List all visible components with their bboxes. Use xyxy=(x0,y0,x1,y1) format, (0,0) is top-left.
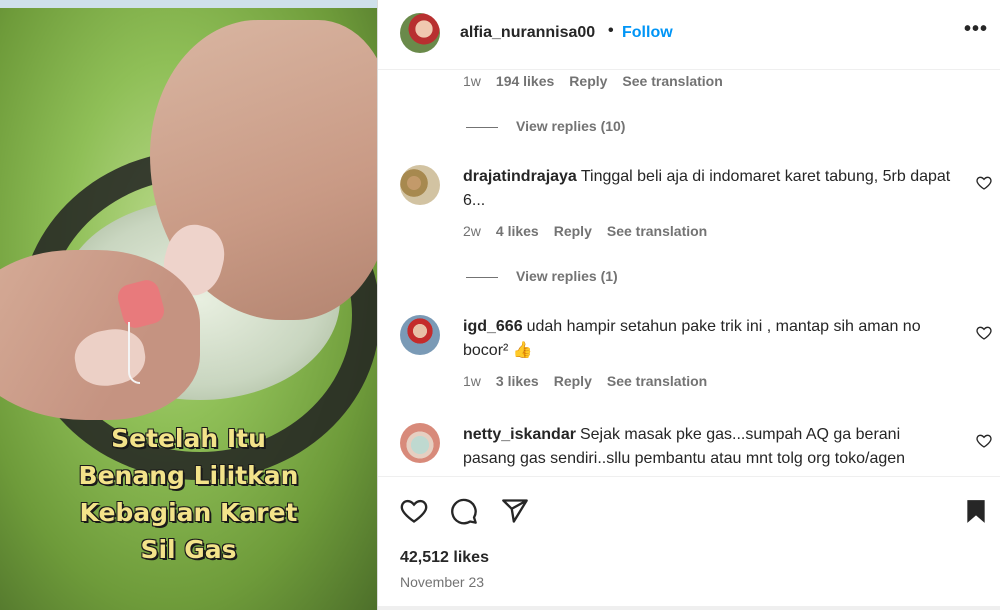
post-details-pane: alfia_nurannisa00 • Follow ••• 1w 194 lik… xyxy=(377,0,1000,610)
post-media[interactable]: Setelah Itu Benang Lilitkan Kebagian Kar… xyxy=(0,0,377,610)
separator-dot: • xyxy=(608,22,614,39)
comment-body: udah hampir setahun pake trik ini , mant… xyxy=(463,318,921,359)
avatar[interactable] xyxy=(400,13,440,53)
comment-likes[interactable]: 194 likes xyxy=(496,73,554,89)
comment-text: netty_iskandar Sejak masak pke gas...sump… xyxy=(463,423,953,471)
post-header: alfia_nurannisa00 • Follow ••• xyxy=(378,0,1000,70)
bookmark-icon[interactable] xyxy=(963,497,989,525)
post-actions: 42,512 likes November 23 xyxy=(378,476,1000,610)
view-replies-label: View replies (10) xyxy=(516,118,626,134)
heart-icon[interactable] xyxy=(976,175,992,191)
follow-button[interactable]: Follow xyxy=(622,24,673,42)
caption-line: Benang Lilitkan xyxy=(78,461,299,490)
comment-text: drajatindrajaya Tinggal beli aja di indom… xyxy=(463,165,953,213)
heart-icon[interactable] xyxy=(976,433,992,449)
comment-likes[interactable]: 4 likes xyxy=(496,223,539,239)
caption-line: Sil Gas xyxy=(140,535,237,564)
comment-age: 2w xyxy=(463,223,481,239)
comments-list[interactable]: 1w 194 likes Reply See translation View rep… xyxy=(378,71,1000,475)
avatar[interactable] xyxy=(400,165,440,205)
heart-icon[interactable] xyxy=(976,325,992,341)
post-date[interactable]: November 23 xyxy=(400,574,484,590)
pane-bottom-edge xyxy=(378,606,1000,610)
share-icon[interactable] xyxy=(501,497,529,525)
author-username[interactable]: alfia_nurannisa00 xyxy=(460,24,595,42)
comment-meta: 1w 194 likes Reply See translation xyxy=(463,73,738,89)
see-translation-button[interactable]: See translation xyxy=(607,373,707,389)
comment-username[interactable]: igd_666 xyxy=(463,318,523,335)
avatar[interactable] xyxy=(400,423,440,463)
view-replies-label: View replies (1) xyxy=(516,268,618,284)
comment-icon[interactable] xyxy=(450,497,478,525)
comment-likes[interactable]: 3 likes xyxy=(496,373,539,389)
reply-button[interactable]: Reply xyxy=(569,73,607,89)
more-options-icon[interactable]: ••• xyxy=(964,18,988,41)
avatar[interactable] xyxy=(400,315,440,355)
see-translation-button[interactable]: See translation xyxy=(622,73,722,89)
view-replies-button[interactable]: View replies (1) xyxy=(466,268,618,284)
reply-button[interactable]: Reply xyxy=(554,373,592,389)
caption-line: Kebagian Karet xyxy=(79,498,298,527)
view-replies-button[interactable]: View replies (10) xyxy=(466,118,625,134)
see-translation-button[interactable]: See translation xyxy=(607,223,707,239)
replies-divider xyxy=(466,276,498,278)
comment-username[interactable]: drajatindrajaya xyxy=(463,168,577,185)
replies-divider xyxy=(466,126,498,128)
video-caption: Setelah Itu Benang Lilitkan Kebagian Kar… xyxy=(0,420,377,568)
reply-button[interactable]: Reply xyxy=(554,223,592,239)
comment-username[interactable]: netty_iskandar xyxy=(463,426,576,443)
comment-meta: 2w 4 likes Reply See translation xyxy=(463,223,722,239)
media-top-strip xyxy=(0,0,377,8)
comment-age: 1w xyxy=(463,373,481,389)
caption-line: Setelah Itu xyxy=(111,424,266,453)
heart-icon[interactable] xyxy=(400,497,428,525)
comment-text: igd_666 udah hampir setahun pake trik ini… xyxy=(463,315,953,363)
likes-count[interactable]: 42,512 likes xyxy=(400,549,489,567)
thread xyxy=(128,322,140,384)
comment-meta: 1w 3 likes Reply See translation xyxy=(463,373,722,389)
comment-age: 1w xyxy=(463,73,481,89)
